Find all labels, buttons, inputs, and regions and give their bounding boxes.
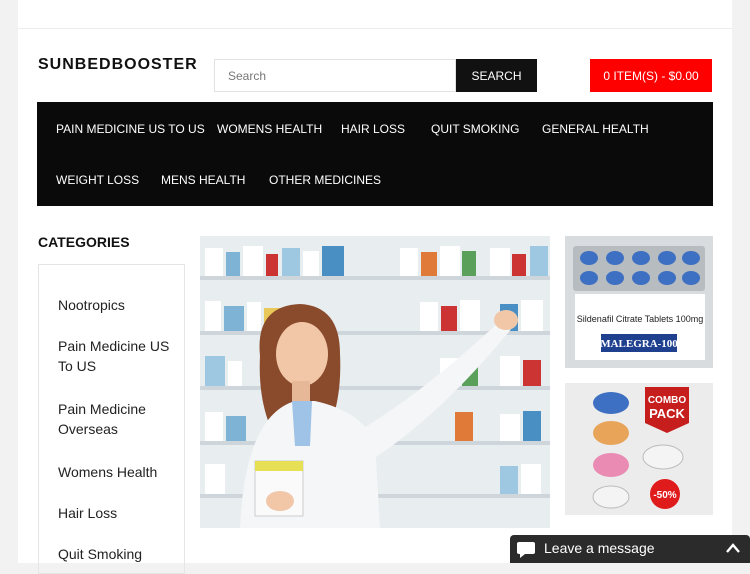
nav-item-mens-health[interactable]: MENS HEALTH	[161, 173, 245, 187]
top-divider	[18, 28, 732, 29]
chevron-up-icon[interactable]	[726, 543, 740, 553]
search-input[interactable]	[214, 59, 456, 92]
site-logo[interactable]: SUNBEDBOOSTER	[38, 56, 198, 74]
nav-item-weight-loss[interactable]: WEIGHT LOSS	[56, 173, 139, 187]
main-nav: PAIN MEDICINE US TO US WOMENS HEALTH HAI…	[37, 102, 713, 206]
categories-list: Nootropics Pain Medicine US To US Pain M…	[38, 264, 185, 574]
nav-item-general-health[interactable]: GENERAL HEALTH	[542, 122, 649, 136]
category-item-pain-medicine-overseas[interactable]: Pain Medicine Overseas	[58, 399, 174, 439]
category-item-nootropics[interactable]: Nootropics	[58, 295, 174, 315]
promo1-line1: Sildenafil Citrate Tablets 100mg	[577, 314, 703, 324]
promo2-discount: -50%	[653, 490, 676, 501]
search-button[interactable]: SEARCH	[456, 59, 537, 92]
hero-banner[interactable]	[200, 236, 550, 528]
promo2-badge-line2: PACK	[649, 406, 685, 421]
category-item-hair-loss[interactable]: Hair Loss	[58, 503, 174, 523]
promo-malegra[interactable]: Sildenafil Citrate Tablets 100mg MALEGRA…	[565, 236, 713, 368]
promo-combo-pack[interactable]: COMBO PACK -50%	[565, 383, 713, 515]
nav-item-other-medicines[interactable]: OTHER MEDICINES	[269, 173, 381, 187]
promo1-line2: MALEGRA-100	[600, 338, 678, 350]
page: SUNBEDBOOSTER SEARCH 0 ITEM(S) - $0.00 P…	[18, 0, 732, 574]
categories-title: CATEGORIES	[38, 234, 130, 250]
leave-message-label: Leave a message	[544, 540, 655, 556]
chat-bubble-icon	[517, 542, 535, 558]
category-item-pain-medicine-us-to-us[interactable]: Pain Medicine US To US	[58, 336, 174, 376]
nav-item-hair-loss[interactable]: HAIR LOSS	[341, 122, 405, 136]
combo-pack-image: COMBO PACK -50%	[565, 383, 713, 515]
nav-item-pain-medicine-us-to-us[interactable]: PAIN MEDICINE US TO US	[56, 122, 205, 136]
malegra-box-image: Sildenafil Citrate Tablets 100mg MALEGRA…	[565, 236, 713, 368]
nav-item-quit-smoking[interactable]: QUIT SMOKING	[431, 122, 519, 136]
promo2-badge-line1: COMBO	[648, 395, 687, 406]
leave-message-widget[interactable]: Leave a message	[510, 535, 750, 563]
cart-button[interactable]: 0 ITEM(S) - $0.00	[590, 59, 712, 92]
nav-item-womens-health[interactable]: WOMENS HEALTH	[217, 122, 322, 136]
pharmacist-image	[200, 236, 550, 528]
category-item-womens-health[interactable]: Womens Health	[58, 462, 174, 482]
category-item-quit-smoking[interactable]: Quit Smoking	[58, 544, 174, 564]
